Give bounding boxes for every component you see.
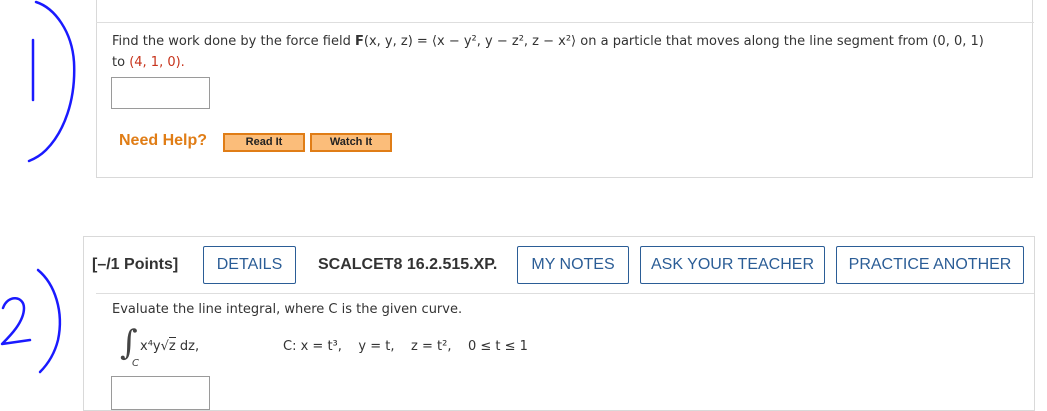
radicand: z <box>168 337 176 354</box>
practice-another-button[interactable]: PRACTICE ANOTHER <box>836 246 1024 284</box>
integrand-differential: dz, <box>175 339 200 354</box>
ask-your-teacher-button[interactable]: ASK YOUR TEACHER <box>640 246 825 284</box>
watch-it-button[interactable]: Watch It <box>310 133 392 152</box>
question-2-prompt: Evaluate the line integral, where C is t… <box>112 302 463 317</box>
sqrt-symbol: √ <box>160 339 169 354</box>
points-label: [–/1 Points] <box>92 256 179 273</box>
problem-code: SCALCET8 16.2.515.XP. <box>318 256 498 273</box>
integrand: x⁴y√z dz, <box>140 337 200 354</box>
question-1-top-divider <box>96 22 1034 23</box>
curve-definition: C: x = t³, y = t, z = t², 0 ≤ t ≤ 1 <box>283 339 528 354</box>
prompt-text: Find the work done by the force field <box>112 34 355 49</box>
curve-y: y = t, <box>358 339 395 354</box>
my-notes-button[interactable]: MY NOTES <box>517 246 629 284</box>
curve-x: C: x = t³, <box>283 339 342 354</box>
curve-z: z = t², <box>411 339 452 354</box>
question-1-prompt: Find the work done by the force field F(… <box>112 31 1027 73</box>
answer-input-q1[interactable] <box>111 77 210 109</box>
end-point: (4, 1, 0). <box>129 55 185 70</box>
integral-sign: ∫ <box>120 323 138 363</box>
prompt-text-to: to <box>112 55 130 70</box>
question-2-header-divider <box>96 293 1034 294</box>
integral-subscript: C <box>132 358 139 369</box>
handwritten-mark-1-paren <box>27 0 76 163</box>
field-expression: (x, y, z) = ⟨x − y², y − z², z − x²⟩ <box>363 34 577 49</box>
integrand-factor: x⁴y <box>140 339 161 354</box>
prompt-text-mid: on a particle that moves along the line … <box>576 34 933 49</box>
need-help-label: Need Help? <box>119 132 208 149</box>
read-it-button[interactable]: Read It <box>223 133 305 152</box>
parameter-range: 0 ≤ t ≤ 1 <box>468 339 528 354</box>
details-button[interactable]: DETAILS <box>203 246 296 284</box>
field-name: F <box>355 34 364 49</box>
handwritten-mark-2-digit <box>0 297 32 346</box>
handwritten-mark-2-paren <box>36 268 62 374</box>
start-point: (0, 0, 1) <box>932 34 984 49</box>
